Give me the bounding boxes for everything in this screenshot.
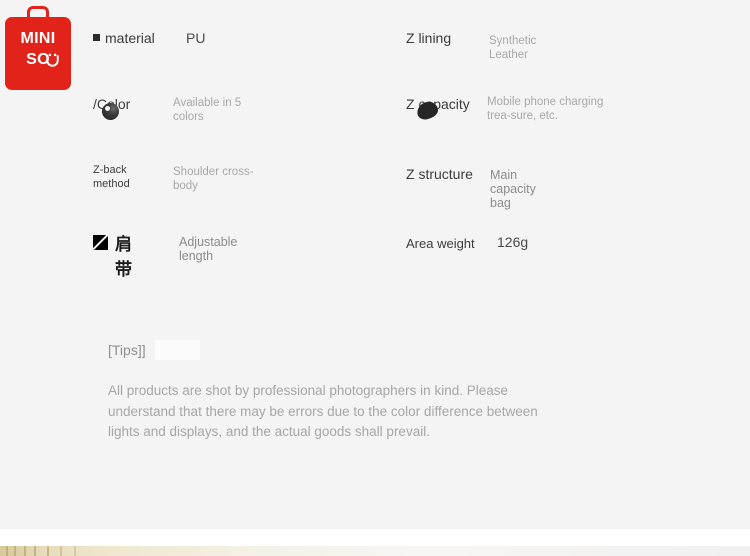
color-sphere-icon <box>102 103 119 120</box>
spec-item-color: /Color Available in 5 colors <box>93 96 241 123</box>
logo-text-line1: MINI <box>20 30 56 47</box>
spec-value: Adjustable length <box>179 235 238 263</box>
spec-item-back-method: Z-back method Shoulder cross-body <box>93 163 254 192</box>
miniso-logo: MINI SO <box>5 6 71 90</box>
tips-highlight-artifact <box>155 340 200 360</box>
spec-label: material <box>93 30 155 46</box>
product-spec-panel: MINI SO material PU Z lining Synthetic L… <box>0 0 750 529</box>
logo-bag-body-icon: MINI SO <box>5 17 71 90</box>
spec-item-weight: Area weight 126g <box>406 235 528 253</box>
spec-value: Main capacity bag <box>490 168 536 210</box>
logo-smile-icon <box>46 53 59 67</box>
spec-label: Area weight <box>406 236 475 251</box>
spec-label: Z structure <box>406 166 473 182</box>
section-gap-divider <box>0 529 750 546</box>
spec-value: Synthetic Leather <box>489 35 537 61</box>
spec-value: PU <box>186 30 206 46</box>
logo-text-line2: SO <box>26 51 50 68</box>
tips-body-text: All products are shot by professional ph… <box>108 383 538 439</box>
spec-label: Z lining <box>406 30 452 46</box>
spec-value: 126g <box>497 234 529 250</box>
spec-value: Mobile phone charging trea-sure, etc. <box>487 96 604 122</box>
spec-label: Z-back method <box>93 164 130 190</box>
spec-value: Available in 5 colors <box>173 97 242 123</box>
spec-value: Shoulder cross-body <box>173 166 254 192</box>
bottom-product-photo-strip <box>0 546 750 556</box>
spec-item-lining: Z lining Synthetic Leather <box>406 30 536 61</box>
bullet-square-icon <box>93 34 100 41</box>
tips-title: [Tips]] <box>108 342 146 358</box>
slash-square-icon <box>92 233 109 251</box>
spec-item-structure: Z structure Main capacity bag <box>406 166 536 210</box>
spec-label: 肩带 <box>115 235 134 280</box>
spec-item-material: material PU <box>93 30 205 48</box>
spec-label-text: material <box>105 30 155 46</box>
spec-item-capacity: Z capacity Mobile phone charging trea-su… <box>406 96 603 122</box>
